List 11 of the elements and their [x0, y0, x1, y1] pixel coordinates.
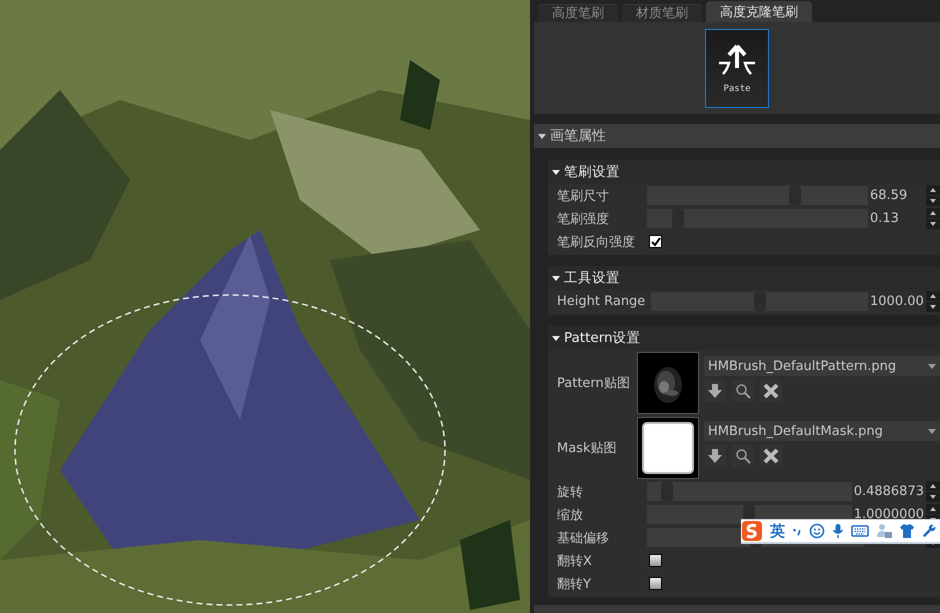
checkbox-label: 翻转X	[557, 552, 593, 570]
field-label: 笔刷强度	[557, 210, 610, 228]
field-label: Height Range	[557, 294, 646, 309]
field-label: Mask贴图	[557, 440, 618, 456]
checkbox-label: 笔刷反向强度	[557, 234, 636, 250]
field-label: 笔刷尺寸	[557, 188, 610, 204]
field-label: 基础偏移	[557, 530, 610, 546]
field-label: 缩放	[557, 506, 584, 524]
checkbox-label: 翻转Y	[557, 576, 592, 592]
field-label: Pattern贴图	[557, 374, 631, 392]
field-label: 旋转	[557, 484, 584, 500]
